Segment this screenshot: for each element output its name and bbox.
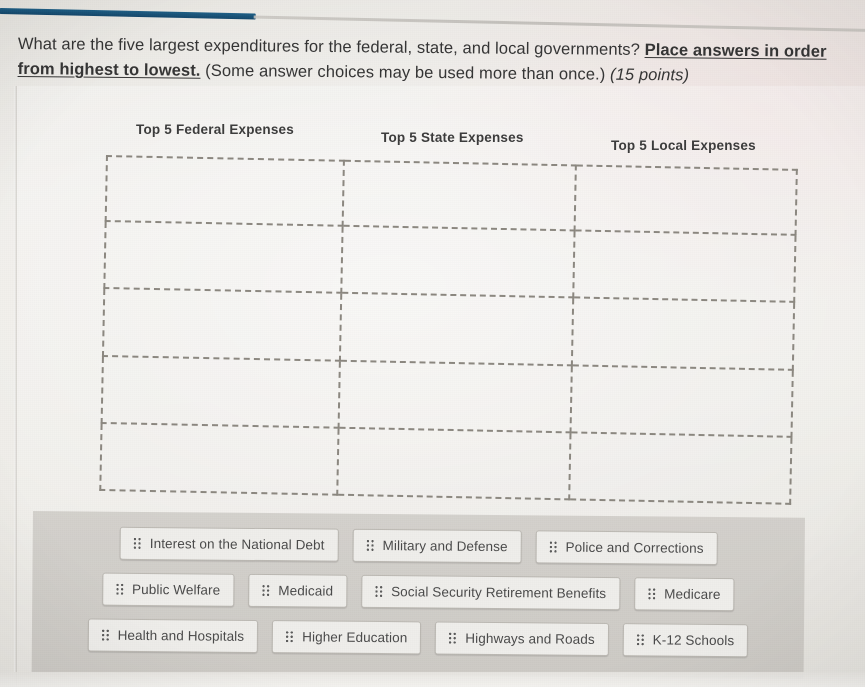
drag-handle-icon[interactable] xyxy=(101,629,109,641)
drag-handle-icon[interactable] xyxy=(636,634,644,646)
question-text-part2: (Some answer choices may be used more th… xyxy=(200,61,611,84)
drop-cell-local-2[interactable] xyxy=(574,231,797,304)
answer-choice-row: Interest on the National Debt Military a… xyxy=(33,526,805,566)
answer-choice-interest-on-the-national-debt[interactable]: Interest on the National Debt xyxy=(119,526,339,562)
drag-handle-icon[interactable] xyxy=(133,537,141,549)
drag-handle-icon[interactable] xyxy=(286,631,294,643)
answer-choice-higher-education[interactable]: Higher Education xyxy=(272,620,422,655)
answer-choice-police-and-corrections[interactable]: Police and Corrections xyxy=(535,530,718,565)
progress-bar xyxy=(0,7,256,20)
drop-cell-state-5[interactable] xyxy=(338,428,572,501)
answer-choice-k-12-schools[interactable]: K-12 Schools xyxy=(622,623,749,658)
answer-choice-label: Police and Corrections xyxy=(565,539,704,556)
answer-choice-medicare[interactable]: Medicare xyxy=(634,577,735,612)
drag-handle-icon[interactable] xyxy=(262,585,270,597)
answer-choice-label: Public Welfare xyxy=(132,581,221,598)
answer-choice-highways-and-roads[interactable]: Highways and Roads xyxy=(435,621,609,657)
question-points: (15 points) xyxy=(609,65,690,85)
drop-cell-local-1[interactable] xyxy=(575,164,798,237)
answer-choice-label: Military and Defense xyxy=(382,538,508,555)
drop-cell-federal-1[interactable] xyxy=(104,155,345,227)
column-heading-local: Top 5 Local Expenses xyxy=(611,138,756,153)
drop-cell-federal-4[interactable] xyxy=(100,356,341,429)
answer-choice-health-and-hospitals[interactable]: Health and Hospitals xyxy=(87,618,259,653)
drag-handle-icon[interactable] xyxy=(366,539,374,551)
drop-cell-federal-2[interactable] xyxy=(103,222,344,295)
drop-cell-local-5[interactable] xyxy=(570,433,793,505)
question-prompt: What are the five largest expenditures f… xyxy=(18,32,844,90)
header-divider xyxy=(253,15,865,33)
answer-choice-label: Higher Education xyxy=(302,629,408,646)
answer-choice-label: Interest on the National Debt xyxy=(149,536,325,553)
question-screenshot: What are the five largest expenditures f… xyxy=(0,0,865,687)
drop-cell-state-3[interactable] xyxy=(340,294,575,367)
answer-choice-label: Medicaid xyxy=(278,583,334,599)
drop-cell-federal-5[interactable] xyxy=(99,423,340,496)
page-bottom-edge xyxy=(0,672,865,687)
drop-cell-state-2[interactable] xyxy=(342,226,576,299)
drag-handle-icon[interactable] xyxy=(549,541,557,553)
answer-choice-label: Health and Hospitals xyxy=(117,627,245,644)
answer-choice-row: Public Welfare Medicaid Social Security … xyxy=(32,572,804,612)
answer-choice-public-welfare[interactable]: Public Welfare xyxy=(101,572,235,607)
drop-cell-local-4[interactable] xyxy=(571,366,794,438)
drag-handle-icon[interactable] xyxy=(648,588,656,600)
drag-handle-icon[interactable] xyxy=(449,632,457,644)
answer-choice-label: Medicare xyxy=(664,586,721,603)
drop-cell-federal-3[interactable] xyxy=(101,289,343,362)
question-text-part1: What are the five largest expenditures f… xyxy=(17,34,645,60)
drop-cell-state-4[interactable] xyxy=(339,361,573,434)
answer-drop-grid xyxy=(99,155,798,505)
answer-choice-label: Highways and Roads xyxy=(465,630,595,647)
answer-choice-row: Health and Hospitals Higher Education Hi… xyxy=(32,618,804,658)
drop-cell-local-3[interactable] xyxy=(572,298,796,371)
drag-handle-icon[interactable] xyxy=(375,585,383,598)
drop-cell-state-1[interactable] xyxy=(343,159,577,232)
answer-choice-social-security-retirement-benefits[interactable]: Social Security Retirement Benefits xyxy=(360,574,621,611)
column-heading-state: Top 5 State Expenses xyxy=(381,130,524,145)
answer-choice-medicaid[interactable]: Medicaid xyxy=(248,573,348,608)
answer-choice-label: Social Security Retirement Benefits xyxy=(391,584,607,602)
answer-choice-bank: Interest on the National Debt Military a… xyxy=(31,511,805,679)
column-heading-federal: Top 5 Federal Expenses xyxy=(136,122,294,137)
answer-choice-military-and-defense[interactable]: Military and Defense xyxy=(352,528,522,564)
answer-choice-label: K-12 Schools xyxy=(652,632,735,649)
drag-handle-icon[interactable] xyxy=(116,583,124,595)
